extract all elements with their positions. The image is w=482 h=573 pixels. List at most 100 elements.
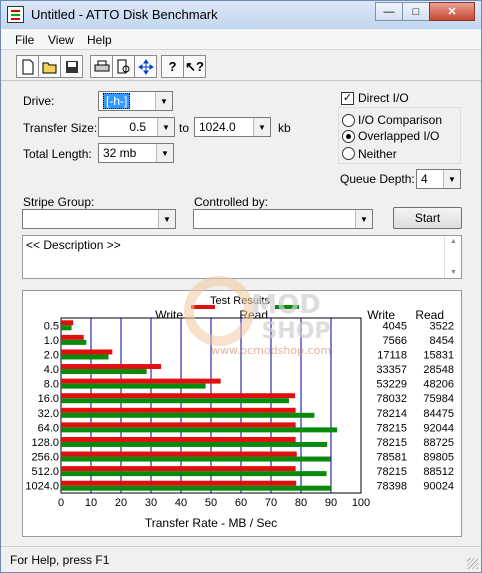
write-bar — [61, 407, 296, 413]
read-value-label: 48206 — [423, 379, 454, 391]
stripe-group-select[interactable]: ▼ — [22, 209, 176, 229]
read-bar — [61, 441, 328, 447]
read-value-label: 89805 — [423, 452, 454, 464]
menu-help[interactable]: Help — [87, 33, 112, 47]
move-icon — [137, 58, 154, 75]
write-bar — [61, 393, 296, 399]
menu-file[interactable]: File — [15, 33, 34, 47]
print-preview-icon — [117, 59, 129, 73]
category-label: 2.0 — [44, 349, 59, 361]
write-value-label: 78214 — [376, 408, 407, 420]
test-results-chart: Test Results Write Read Write Read 0.51.… — [25, 295, 454, 530]
category-label: 32.0 — [38, 408, 59, 420]
read-value-label: 88512 — [423, 466, 454, 478]
context-help-button[interactable]: ↖? — [183, 55, 206, 78]
maximize-button[interactable]: □ — [402, 2, 430, 21]
write-bar — [61, 422, 296, 428]
total-length-select[interactable]: 32 mb ▼ — [98, 143, 174, 163]
queue-depth-label: Queue Depth: — [340, 172, 415, 186]
minimize-icon: — — [383, 5, 395, 18]
read-value-label: 90024 — [423, 481, 454, 493]
read-bar — [61, 398, 289, 404]
menu-view[interactable]: View — [48, 33, 74, 47]
read-bar — [61, 427, 338, 433]
direct-io-label: Direct I/O — [358, 91, 409, 105]
read-bar — [61, 485, 332, 491]
x-tick-label: 20 — [115, 497, 127, 509]
open-button[interactable] — [38, 55, 61, 78]
toolbar: ? ↖? — [1, 51, 481, 81]
title-bar[interactable]: Untitled - ATTO Disk Benchmark — □ ✕ — [1, 1, 481, 29]
write-bar — [61, 320, 74, 326]
close-icon: ✕ — [447, 6, 457, 18]
read-value-label: 28548 — [423, 364, 454, 376]
maximize-icon: □ — [412, 5, 420, 18]
write-value-label: 78215 — [376, 466, 407, 478]
status-text: For Help, press F1 — [10, 553, 110, 567]
minimize-button[interactable]: — — [375, 2, 403, 21]
x-tick-label: 50 — [205, 497, 217, 509]
category-label: 0.5 — [44, 320, 59, 332]
chevron-down-icon: ▼ — [156, 144, 173, 162]
window-controls: — □ ✕ — [375, 2, 475, 21]
kb-label: kb — [278, 121, 291, 135]
read-bar — [61, 339, 87, 345]
app-window: Untitled - ATTO Disk Benchmark — □ ✕ Fil… — [0, 0, 482, 573]
checkmark-icon: ✓ — [342, 92, 353, 104]
start-button[interactable]: Start — [393, 207, 462, 229]
write-value-label: 78398 — [376, 481, 407, 493]
controlled-by-select[interactable]: ▼ — [193, 209, 373, 229]
close-button[interactable]: ✕ — [429, 2, 475, 21]
write-value-label: 4045 — [383, 320, 407, 332]
legend-read-swatch — [275, 305, 299, 309]
description-box[interactable]: << Description >> ▲ ▼ — [22, 235, 462, 279]
direct-io-checkbox[interactable]: ✓ — [341, 92, 354, 105]
queue-depth-value: 4 — [421, 172, 428, 186]
chevron-down-icon: ▼ — [443, 170, 460, 188]
read-bar — [61, 383, 206, 389]
transfer-size-from-select[interactable]: 0.5 ▼ — [98, 117, 175, 137]
io-comparison-radio[interactable] — [342, 114, 355, 127]
write-bar — [61, 466, 296, 472]
x-tick-label: 80 — [295, 497, 307, 509]
atto-app-icon — [7, 6, 24, 23]
test-results-panel: Test Results Write Read Write Read 0.5 1.… — [22, 290, 462, 537]
neither-label: Neither — [358, 147, 397, 161]
read-bar — [61, 471, 327, 477]
x-tick-label: 30 — [145, 497, 157, 509]
new-button[interactable] — [16, 55, 39, 78]
print-icon — [94, 60, 109, 71]
overlapped-io-radio[interactable] — [342, 130, 355, 143]
description-text: << Description >> — [26, 238, 121, 252]
write-value-label: 33357 — [376, 364, 407, 376]
write-value-label: 53229 — [376, 379, 407, 391]
save-button[interactable] — [60, 55, 83, 78]
read-value-label: 15831 — [423, 349, 454, 361]
queue-depth-select[interactable]: 4 ▼ — [416, 169, 461, 189]
print-button[interactable] — [90, 55, 113, 78]
resize-grip-icon[interactable] — [467, 558, 478, 569]
move-button[interactable] — [134, 55, 157, 78]
read-value-label: 75984 — [423, 393, 454, 405]
write-bar — [61, 436, 296, 442]
chart-title: Test Results — [210, 295, 270, 307]
transfer-size-label: Transfer Size: — [23, 121, 98, 135]
description-scrollbar[interactable]: ▲ ▼ — [444, 236, 461, 278]
stripe-group-label: Stripe Group: — [23, 195, 95, 209]
drive-select[interactable]: [-h-] ▼ — [98, 91, 173, 111]
print-preview-button[interactable] — [112, 55, 135, 78]
category-label: 8.0 — [44, 379, 59, 391]
x-tick-label: 60 — [235, 497, 247, 509]
read-bar — [61, 354, 109, 360]
total-length-label: Total Length: — [23, 147, 92, 161]
x-tick-label: 90 — [325, 497, 337, 509]
write-bar — [61, 364, 162, 370]
help-icon: ? — [168, 59, 177, 74]
category-label: 256.0 — [31, 452, 59, 464]
new-file-icon — [22, 59, 33, 74]
transfer-size-to-select[interactable]: 1024.0 ▼ — [194, 117, 271, 137]
neither-radio[interactable] — [342, 147, 355, 160]
x-tick-label: 70 — [265, 497, 277, 509]
help-button[interactable]: ? — [161, 55, 184, 78]
write-bar — [61, 480, 297, 486]
